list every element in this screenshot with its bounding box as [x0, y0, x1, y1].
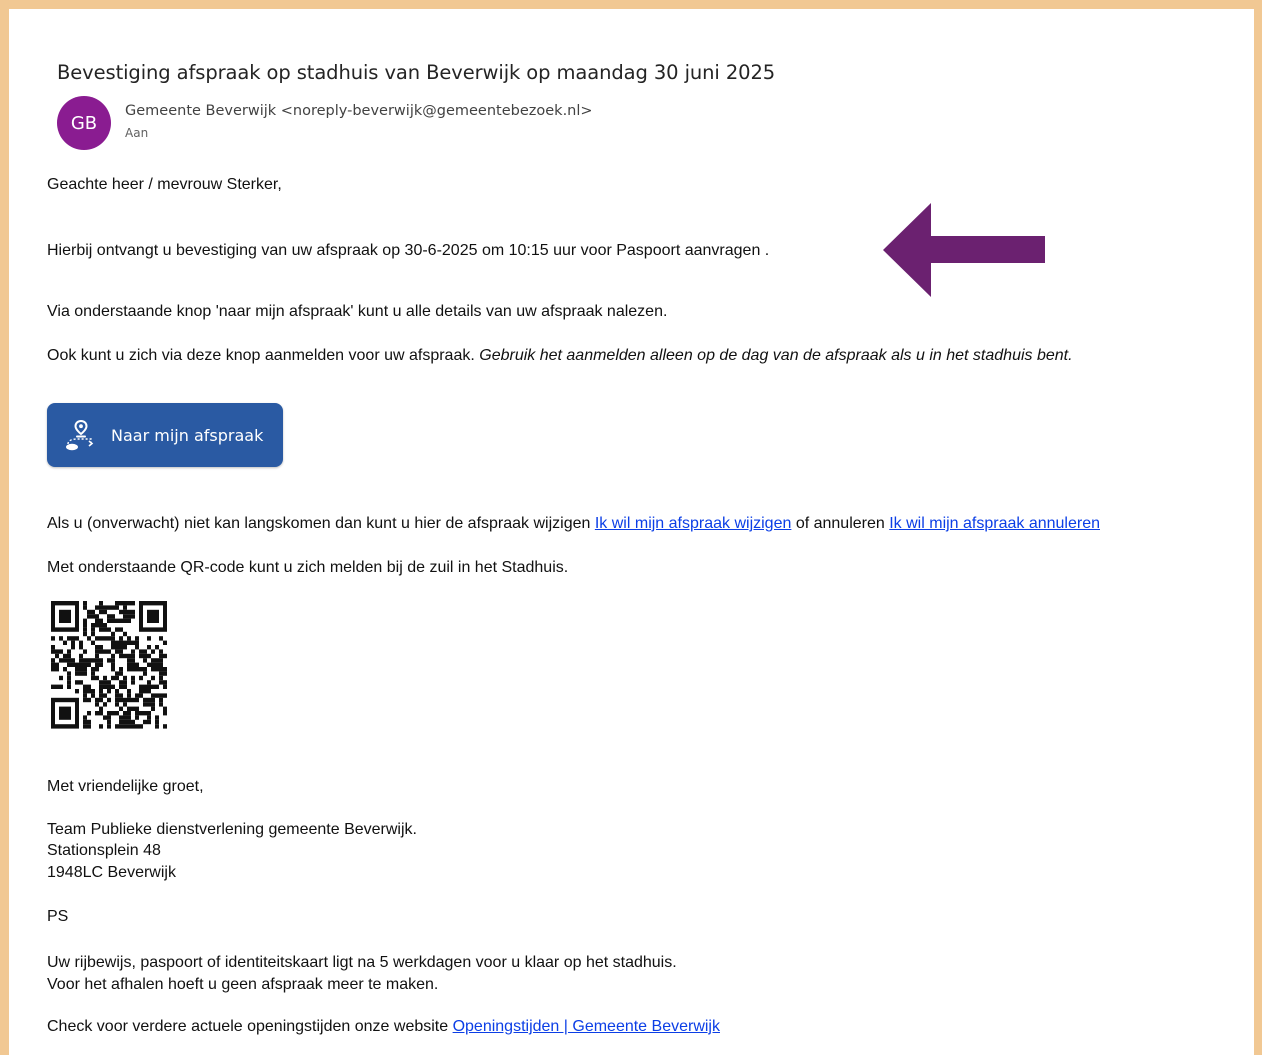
- address-street: Stationsplein 48: [47, 842, 161, 859]
- change-mid-text: of annuleren: [791, 515, 890, 532]
- checkin-italic-text: Gebruik het aanmelden alleen op de dag v…: [479, 347, 1073, 364]
- email-frame: Bevestiging afspraak op stadhuis van Bev…: [9, 9, 1254, 1055]
- closing-text: Met vriendelijke groet,: [47, 778, 204, 795]
- sender-address[interactable]: Gemeente Beverwijk <noreply-beverwijk@ge…: [125, 103, 593, 119]
- ps-label: PS: [47, 908, 69, 925]
- checkin-paragraph: Ook kunt u zich via deze knop aanmelden …: [47, 345, 1073, 366]
- website-text: Check voor verdere actuele openingstijde…: [47, 1018, 453, 1035]
- change-text: Als u (onverwacht) niet kan langskomen d…: [47, 515, 595, 532]
- website-paragraph: Check voor verdere actuele openingstijde…: [47, 1016, 720, 1037]
- change-paragraph: Als u (onverwacht) niet kan langskomen d…: [47, 513, 1100, 534]
- details-info-text: Via onderstaande knop 'naar mijn afspraa…: [47, 303, 668, 320]
- qr-code-icon: [51, 601, 167, 729]
- greeting: Geachte heer / mevrouw Sterker,: [47, 176, 282, 193]
- confirmation-text: Hierbij ontvangt u bevestiging van uw af…: [47, 242, 770, 259]
- cancel-appointment-link[interactable]: Ik wil mijn afspraak annuleren: [889, 515, 1100, 532]
- qr-instruction-text: Met onderstaande QR-code kunt u zich mel…: [47, 559, 569, 576]
- team-name: Team Publieke dienstverlening gemeente B…: [47, 821, 417, 838]
- change-appointment-link[interactable]: Ik wil mijn afspraak wijzigen: [595, 515, 792, 532]
- to-label[interactable]: Aan: [125, 126, 148, 140]
- ps-line-2: Voor het afhalen hoeft u geen afspraak m…: [47, 976, 439, 993]
- email-subject: Bevestiging afspraak op stadhuis van Bev…: [57, 61, 776, 84]
- opening-hours-link[interactable]: Openingstijden | Gemeente Beverwijk: [453, 1018, 720, 1035]
- checkin-text: Ook kunt u zich via deze knop aanmelden …: [47, 347, 480, 364]
- button-label: Naar mijn afspraak: [111, 425, 264, 445]
- address-city: 1948LC Beverwijk: [47, 864, 176, 881]
- naar-mijn-afspraak-button[interactable]: Naar mijn afspraak: [47, 403, 283, 467]
- ps-line-1: Uw rijbewijs, paspoort of identiteitskaa…: [47, 954, 677, 971]
- location-route-icon: [66, 419, 94, 451]
- sender-avatar[interactable]: GB: [57, 96, 111, 150]
- annotation-arrow-icon: [883, 203, 1045, 297]
